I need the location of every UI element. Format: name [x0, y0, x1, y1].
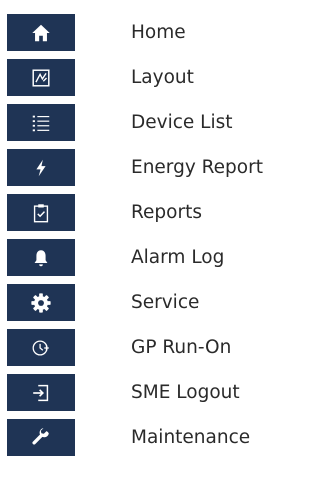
bell-icon	[34, 249, 48, 266]
menu-item-label: SME Logout	[131, 382, 240, 403]
menu-item-label: Maintenance	[131, 427, 251, 448]
menu-item-layout-tile[interactable]	[7, 59, 75, 96]
menu-item-alarm-log-tile[interactable]	[7, 239, 75, 276]
menu-item-maintenance-tile[interactable]	[7, 419, 75, 456]
menu-item-label: Reports	[131, 202, 202, 223]
menu-item-gp-run-on-tile[interactable]	[7, 329, 75, 366]
menu-item-label: Alarm Log	[131, 247, 225, 268]
menu-item-reports[interactable]: Reports	[0, 190, 284, 235]
menu-item-service[interactable]: Service	[0, 280, 284, 325]
menu-item-label: Device List	[131, 112, 233, 133]
menu-item-layout[interactable]: Layout	[0, 55, 284, 100]
home-icon	[32, 24, 50, 41]
bolt-icon	[36, 159, 46, 176]
menu-item-home[interactable]: Home	[0, 10, 284, 55]
gear-icon	[31, 292, 51, 313]
menu-item-label: Home	[131, 22, 186, 43]
menu-item-home-tile[interactable]	[7, 14, 75, 51]
clock-run-icon	[32, 339, 49, 356]
menu-item-label: Service	[131, 292, 200, 313]
logout-icon	[33, 384, 49, 401]
menu-item-sme-logout-tile[interactable]	[7, 374, 75, 411]
menu-item-gp-run-on[interactable]: GP Run-On	[0, 325, 284, 370]
menu-item-alarm-log[interactable]: Alarm Log	[0, 235, 284, 280]
menu-item-label: Energy Report	[131, 157, 263, 178]
menu-item-service-tile[interactable]	[7, 284, 75, 321]
menu-item-reports-tile[interactable]	[7, 194, 75, 231]
menu-item-energy-report[interactable]: Energy Report	[0, 145, 284, 190]
list-icon	[32, 115, 50, 131]
menu-item-sme-logout[interactable]: SME Logout	[0, 370, 284, 415]
menu-item-device-list[interactable]: Device List	[0, 100, 284, 145]
menu-item-label: GP Run-On	[131, 337, 232, 358]
menu-item-maintenance[interactable]: Maintenance	[0, 415, 284, 460]
menu-item-device-list-tile[interactable]	[7, 104, 75, 141]
menu-item-label: Layout	[131, 67, 194, 88]
menu-item-energy-report-tile[interactable]	[7, 149, 75, 186]
clipboard-check-icon	[33, 203, 49, 222]
navigation-menu: Home Layout Device List Energy Report Re…	[0, 0, 284, 496]
wrench-icon	[32, 427, 49, 444]
layout-icon	[32, 68, 50, 87]
